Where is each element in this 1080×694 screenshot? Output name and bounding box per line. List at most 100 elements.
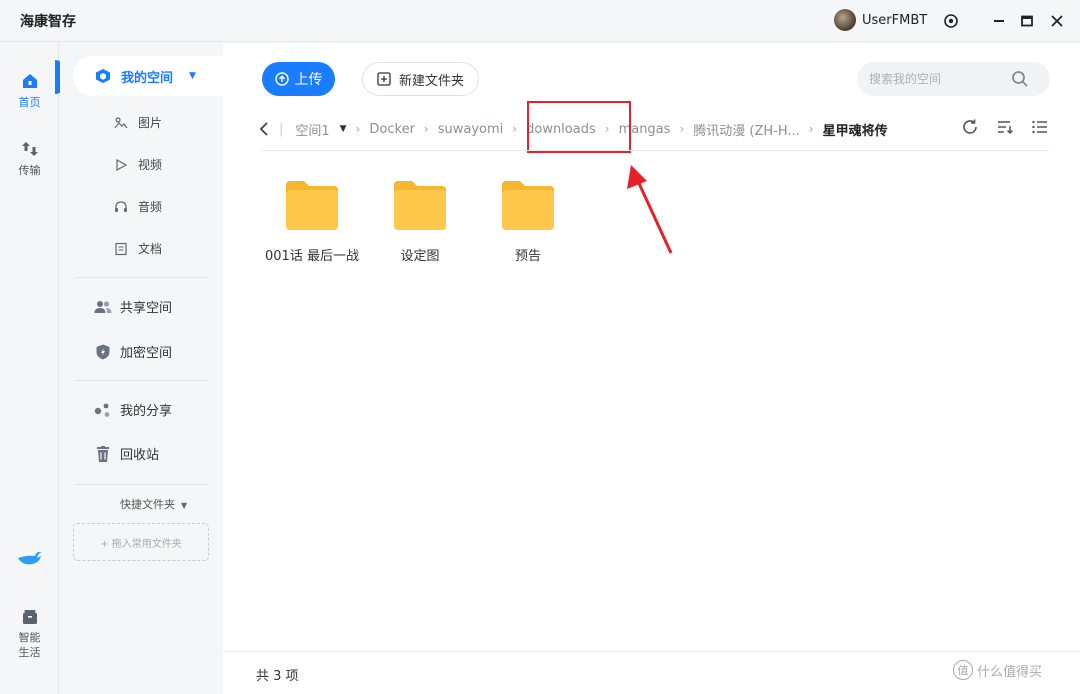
search-icon[interactable] [1011,70,1029,88]
folder-name: 001话 最后一战 [265,249,359,264]
my-space-label: 我的空间 [121,70,174,86]
close-icon[interactable] [1046,10,1068,32]
refresh-icon[interactable] [961,118,979,136]
trash-icon [97,445,109,462]
back-arrow-icon[interactable] [259,122,269,136]
breadcrumb-current: 星甲魂将传 [822,123,888,139]
breadcrumb-root[interactable]: 空间1 [295,120,329,139]
list-view-icon[interactable] [1031,118,1049,136]
quick-folders-header[interactable]: 快捷文件夹 ▼ [120,496,187,512]
user-profile[interactable]: UserFMBT [834,9,927,31]
chevron-right-icon: › [808,122,814,136]
folder-icon [502,181,554,230]
search-box[interactable] [857,62,1050,96]
folder-item[interactable]: 设定图 [370,179,470,264]
chevron-right-icon: › [423,122,429,136]
upload-button[interactable]: 上传 [262,62,335,96]
chevron-down-icon[interactable]: ▼ [181,501,187,510]
chevron-right-icon: › [679,122,685,136]
sidebar-item-documents[interactable]: 文档 [114,240,162,257]
folder-icon [286,181,338,230]
document-icon [115,242,127,255]
sidebar-item-audio[interactable]: 音频 [114,198,162,215]
shield-icon [96,344,110,359]
sidebar-label-audio: 音频 [138,200,163,214]
plus-box-icon [377,72,391,86]
minimize-icon[interactable] [988,10,1010,32]
folder-name: 预告 [514,249,541,264]
toolbar-divider [261,150,1049,151]
folder-item[interactable]: 001话 最后一战 [262,179,362,264]
folder-name: 设定图 [400,249,440,264]
sidebar-label-recycle-bin: 回收站 [120,448,160,463]
breadcrumb-divider: | [279,121,284,137]
home-icon [22,74,37,88]
chevron-down-icon[interactable]: ▼ [189,71,196,81]
main-panel: 上传 新建文件夹 | 空间1 ▼ › Docker › suwayomi › d… [223,43,1080,651]
status-bar: 共 3 项 [223,651,1080,694]
rail-label-home: 首页 [18,96,41,109]
watermark-badge: 值 [953,660,973,680]
whale-logo-icon[interactable] [0,550,59,572]
search-input[interactable] [869,70,1009,88]
watermark: 值 什么值得买 [953,660,1042,680]
sidebar-divider [75,277,207,278]
quick-folders-label: 快捷文件夹 [120,498,175,511]
breadcrumb-item[interactable]: 腾讯动漫 (ZH-H... [693,120,800,139]
headphones-icon [115,200,127,212]
sidebar: 我的空间 ▼ 图片 视频 音频 文档 共享空间 加密空间 我的分享 回收站 快捷… [60,42,223,694]
rail-label-smart-life: 智能 生活 [18,631,41,659]
rail-label-transfer: 传输 [18,164,41,177]
play-icon [116,158,128,171]
sidebar-item-recycle-bin[interactable]: 回收站 [94,444,159,463]
sidebar-item-images[interactable]: 图片 [114,114,162,131]
chevron-down-icon[interactable]: ▼ [340,124,347,134]
title-bar: 海康智存 UserFMBT [0,0,1080,42]
quick-folder-drop-zone[interactable]: + 拖入常用文件夹 [73,523,209,561]
sidebar-label-images: 图片 [138,116,163,130]
chevron-right-icon: › [512,122,518,136]
cloud-upload-icon [274,72,289,86]
watermark-text: 什么值得买 [977,664,1043,680]
image-icon [114,116,128,128]
new-folder-button[interactable]: 新建文件夹 [362,62,479,96]
breadcrumb-item[interactable]: suwayomi [438,122,504,137]
annotation-arrow [627,165,673,254]
transfer-icon [21,142,38,156]
sidebar-item-encrypted-space[interactable]: 加密空间 [94,342,172,361]
item-count: 共 3 项 [256,669,299,684]
new-folder-label: 新建文件夹 [398,73,464,89]
cube-icon [96,69,110,83]
folder-icon [394,181,446,230]
folder-item[interactable]: 预告 [478,179,578,264]
box-icon [22,610,37,624]
rail-item-smart-life[interactable]: 智能 生活 [0,608,59,660]
upload-label: 上传 [294,72,323,88]
sidebar-label-encrypted-space: 加密空间 [120,346,173,361]
maximize-icon[interactable] [1016,10,1038,32]
left-rail: 首页 传输 智能 生活 [0,42,59,694]
annotation-highlight-box [527,101,631,153]
breadcrumb: | 空间1 ▼ › Docker › suwayomi › downloads … [259,115,1049,143]
user-name[interactable]: UserFMBT [862,13,927,28]
sidebar-divider [75,484,207,485]
rail-item-transfer[interactable]: 传输 [0,140,59,178]
sidebar-label-documents: 文档 [138,242,163,256]
breadcrumb-item[interactable]: Docker [369,122,415,137]
avatar[interactable] [834,9,856,31]
sidebar-label-shared-space: 共享空间 [120,301,173,316]
app-title: 海康智存 [20,14,76,30]
sidebar-label-videos: 视频 [138,158,163,172]
sidebar-item-videos[interactable]: 视频 [114,156,162,173]
sidebar-item-my-share[interactable]: 我的分享 [94,400,172,419]
sidebar-label-my-share: 我的分享 [120,404,173,419]
settings-icon[interactable] [940,10,962,32]
sidebar-item-my-space[interactable]: 我的空间 ▼ [73,56,223,96]
rail-item-home[interactable]: 首页 [0,72,59,110]
sidebar-divider [75,380,207,381]
sort-icon[interactable] [996,118,1014,136]
share-icon [94,403,110,417]
chevron-right-icon: › [355,122,361,136]
users-icon [94,300,112,313]
sidebar-item-shared-space[interactable]: 共享空间 [94,297,172,316]
